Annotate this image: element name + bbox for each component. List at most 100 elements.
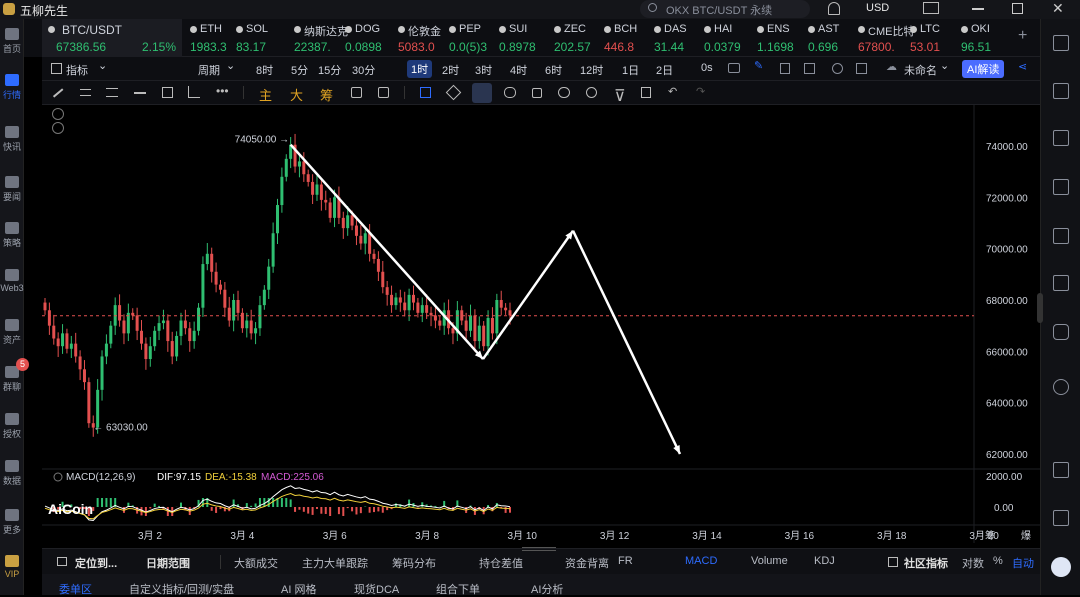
horizontal-line-icon[interactable] [134, 92, 146, 94]
interval-11[interactable]: 2日 [656, 62, 673, 78]
scroll-handle[interactable] [1037, 293, 1043, 323]
log-scale-toggle[interactable]: 对数 [962, 555, 984, 571]
main-force-button[interactable]: 主 [259, 85, 272, 104]
path-icon[interactable] [188, 86, 200, 98]
ticker-item[interactable]: OKI96.51 [959, 19, 1007, 57]
document-icon[interactable] [1053, 83, 1069, 99]
interval-1[interactable]: 5分 [291, 62, 308, 78]
parallel-lines-icon[interactable] [80, 89, 91, 96]
share-icon[interactable]: ⋖ [1018, 60, 1027, 73]
ticker-item[interactable]: ETH1983.3 [188, 19, 236, 57]
currency-select[interactable]: USD [866, 2, 889, 14]
locate-button[interactable]: 定位到... [75, 555, 117, 571]
search-input[interactable]: OKX BTC/USDT 永续 [666, 2, 772, 18]
trend-chart-icon[interactable] [1053, 179, 1069, 195]
window-icon[interactable] [1053, 462, 1069, 478]
ticker-item[interactable]: 纳斯达克22387. [292, 19, 340, 57]
settings-icon[interactable] [832, 63, 843, 74]
tab-1[interactable]: 主力大单跟踪 [302, 555, 368, 571]
zero-s-button[interactable]: 0s [701, 62, 713, 74]
nav-data[interactable]: 数据 [0, 460, 24, 487]
layout-name[interactable]: 未命名 [904, 62, 937, 78]
undo-icon[interactable]: ↶ [668, 85, 677, 98]
replay-icon[interactable] [351, 87, 362, 98]
interval-4[interactable]: 1时 [407, 60, 432, 78]
ticker-item[interactable]: DOG0.0898 [343, 19, 391, 57]
nav-web3[interactable]: Web3 [0, 269, 24, 293]
date-range-button[interactable]: 日期范围 [146, 555, 190, 571]
bell-icon[interactable] [828, 2, 840, 15]
layout-icon[interactable] [856, 63, 867, 74]
expand-indicator-button[interactable] [53, 123, 64, 134]
ticker-item[interactable]: PEP0.0(5)3 [447, 19, 495, 57]
calculator-icon[interactable] [1053, 130, 1069, 146]
nav-market[interactable]: 行情 [0, 74, 24, 101]
draw-mode-icon[interactable] [472, 83, 492, 103]
cloud-icon[interactable]: ☁ [886, 60, 897, 73]
community-indicator-button[interactable]: 社区指标 [904, 555, 948, 571]
visibility-icon[interactable] [558, 87, 570, 98]
nav-vip[interactable]: VIP [0, 555, 24, 579]
chips-button[interactable]: 筹 [320, 85, 333, 104]
close-icon[interactable]: ✕ [1052, 0, 1064, 17]
ticker-scroll-left[interactable] [24, 19, 42, 57]
interval-6[interactable]: 3时 [475, 62, 492, 78]
dots-icon[interactable]: ••• [216, 84, 229, 98]
magnet-icon[interactable] [420, 87, 431, 98]
nav-news[interactable]: 要闻 [0, 176, 24, 203]
interval-7[interactable]: 4时 [510, 62, 527, 78]
percent-toggle[interactable]: % [993, 555, 1003, 567]
tab-collapse-handle[interactable] [522, 547, 556, 551]
search-box[interactable]: OKX BTC/USDT 永续 [640, 0, 810, 18]
ai-interpret-button[interactable]: AI解读 [962, 60, 1004, 78]
ticker-item[interactable]: SOL83.17 [234, 19, 282, 57]
indicator-button[interactable]: 指标 [66, 62, 88, 78]
ticker-item[interactable]: DAS31.44 [652, 19, 700, 57]
pen-icon[interactable]: ✎ [754, 59, 763, 72]
ticker-item[interactable]: LTC53.01 [908, 19, 956, 57]
interval-2[interactable]: 15分 [318, 62, 341, 78]
nav-group-chat[interactable]: 5 群聊 [0, 366, 24, 393]
interval-5[interactable]: 2时 [442, 62, 459, 78]
fib-icon[interactable] [106, 88, 118, 97]
interval-10[interactable]: 1日 [622, 62, 639, 78]
ticker-item[interactable]: HAI0.0379 [702, 19, 750, 57]
cube-icon[interactable] [1053, 324, 1069, 340]
nav-more[interactable]: 更多 [0, 509, 24, 536]
monitor-icon[interactable] [1053, 228, 1069, 244]
bookmark-icon[interactable] [780, 63, 790, 74]
tab-6[interactable]: MACD [685, 555, 717, 567]
chart-area[interactable]: 74000.0072000.0070000.0068000.0066000.00… [42, 105, 1040, 543]
expand-icon[interactable] [804, 63, 815, 74]
nav-authorize[interactable]: 授权 [0, 413, 24, 440]
nav-assets[interactable]: 资产 [0, 319, 24, 346]
camera-icon[interactable] [728, 63, 740, 73]
redo-icon[interactable]: ↷ [696, 85, 705, 98]
link-icon[interactable] [504, 87, 516, 98]
ticker-item[interactable]: CME比特67800. [856, 19, 904, 57]
assistant-avatar-icon[interactable] [1051, 557, 1071, 577]
tab-2[interactable]: 筹码分布 [392, 555, 436, 571]
compare-icon[interactable] [378, 87, 389, 98]
tab-7[interactable]: Volume [751, 555, 788, 567]
ticker-item[interactable]: BCH446.8 [602, 19, 650, 57]
rectangle-icon[interactable] [162, 87, 173, 98]
ticker-item[interactable]: AST0.696 [806, 19, 854, 57]
nav-home[interactable]: 首页 [0, 28, 24, 55]
book-icon[interactable] [1053, 510, 1069, 526]
ticker-item[interactable]: ENS1.1698 [755, 19, 803, 57]
chevron-down-icon[interactable]: ⌄ [98, 59, 107, 72]
minimize-icon[interactable] [972, 8, 984, 10]
nav-strategy[interactable]: 策略 [0, 222, 24, 249]
filter-icon[interactable]: ⊽ [614, 86, 626, 106]
lock-icon[interactable] [532, 88, 542, 98]
trend-line-icon[interactable] [53, 88, 63, 97]
ticker-item[interactable]: 伦敦金5083.0 [396, 19, 444, 57]
interval-9[interactable]: 12时 [580, 62, 603, 78]
add-ticker-button[interactable]: + [1018, 27, 1027, 45]
list-icon[interactable] [1053, 275, 1069, 291]
layout-panel-icon[interactable] [1053, 35, 1069, 51]
chart-svg[interactable]: 74000.0072000.0070000.0068000.0066000.00… [42, 105, 1040, 543]
big-order-button[interactable]: 大 [290, 85, 303, 104]
auto-scale-toggle[interactable]: 自动 [1012, 555, 1034, 571]
